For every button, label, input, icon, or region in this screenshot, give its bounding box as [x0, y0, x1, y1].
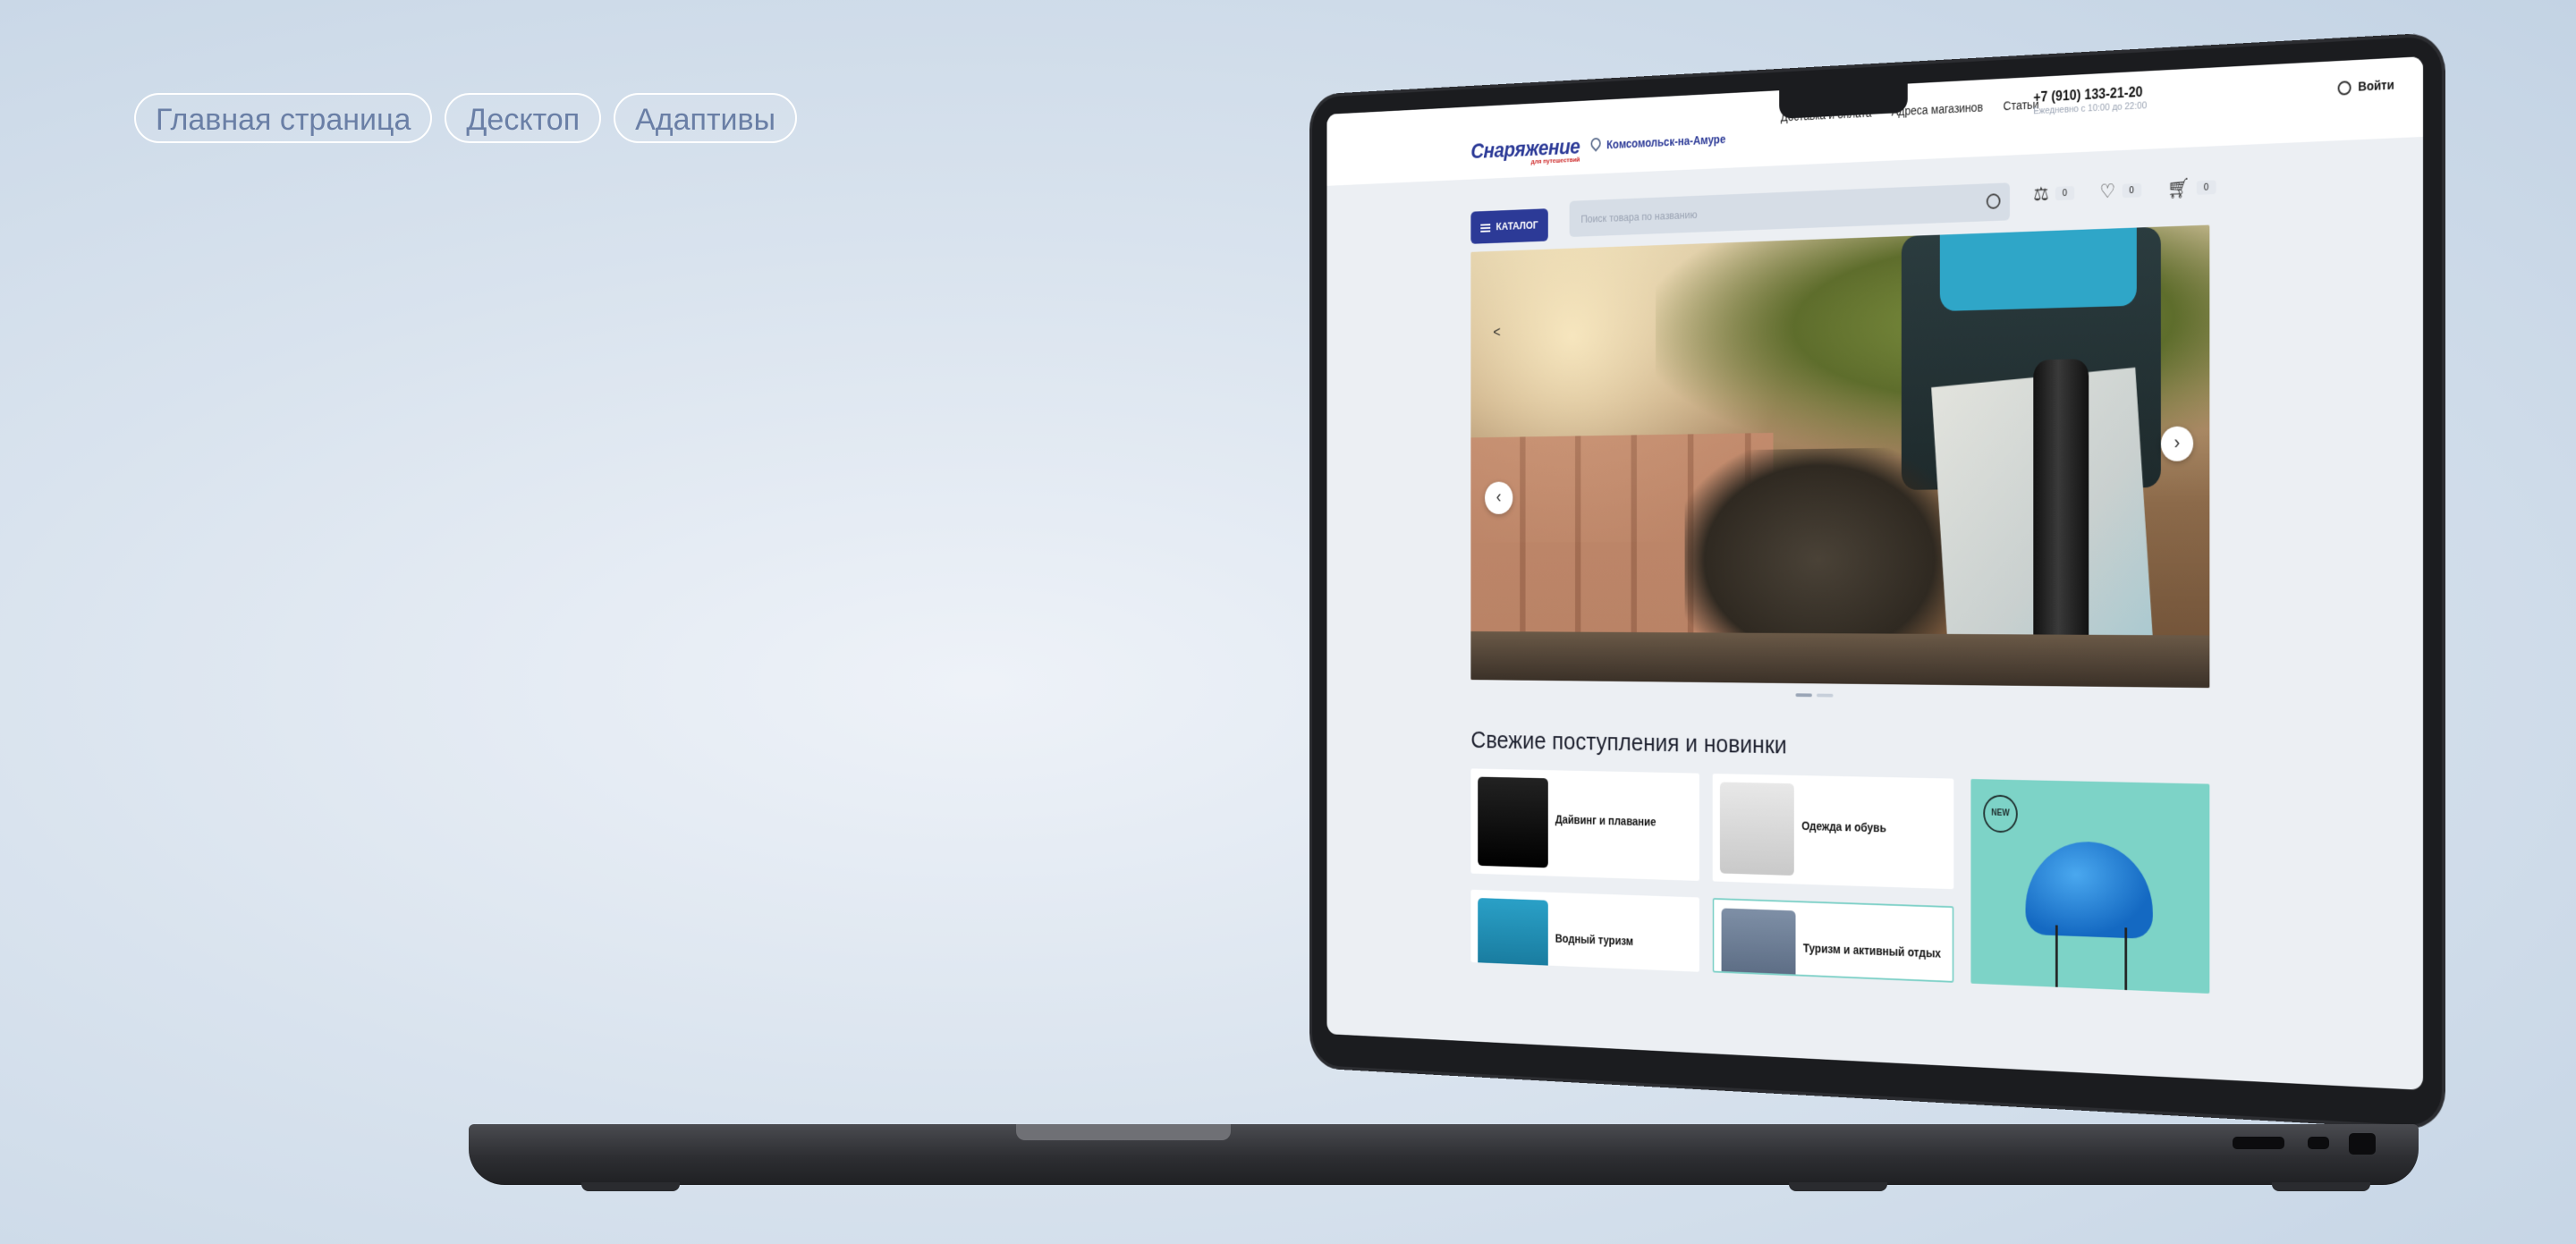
- menu-icon: [1480, 226, 1491, 229]
- phone-block[interactable]: +7 (910) 133-21-20 Ежедневно с 10:00 до …: [2033, 85, 2147, 116]
- tag-pills: Главная страница Десктоп Адаптивы: [134, 93, 798, 143]
- category-cards: Дайвинг и плавание Одежда и обувь Водный…: [1470, 768, 2210, 994]
- heart-icon: ♡: [2099, 180, 2116, 203]
- pill-desktop[interactable]: Десктоп: [445, 93, 602, 143]
- pill-adaptive[interactable]: Адаптивы: [614, 93, 798, 143]
- catalog-button[interactable]: КАТАЛОГ: [1470, 208, 1548, 244]
- card-label: Водный туризм: [1555, 931, 1634, 948]
- slider-pagination: [1795, 693, 1834, 698]
- compare-count: 0: [2055, 185, 2075, 201]
- location-pin-icon: [1589, 135, 1604, 152]
- login-label: Войти: [2358, 77, 2394, 94]
- city-label: Комсомольск-на-Амуре: [1606, 131, 1726, 152]
- category-card-tourism[interactable]: Туризм и активный отдых: [1712, 897, 1954, 983]
- hdmi-port: [2233, 1137, 2284, 1149]
- laptop-screen: Снаряжение для путешествий Комсомольск-н…: [1326, 56, 2424, 1090]
- laptop-base: [469, 1124, 2419, 1185]
- hero-slider: < ‹ ›: [1470, 224, 2210, 689]
- section-title: Свежие поступления и новинки: [1470, 726, 1787, 759]
- card-label: Туризм и активный отдых: [1802, 941, 1942, 961]
- magsafe-port: [2349, 1133, 2376, 1155]
- pants-image: [1719, 782, 1794, 876]
- card-label: Дайвинг и плавание: [1555, 812, 1657, 829]
- laptop-lid: Снаряжение для путешествий Комсомольск-н…: [1311, 36, 2442, 1127]
- wetsuit-image: [1478, 776, 1548, 868]
- header-counters: ⚖ 0 ♡ 0 🛒︎ 0: [2033, 176, 2216, 206]
- category-card-clothing[interactable]: Одежда и обувь: [1712, 773, 1954, 890]
- compare-counter[interactable]: ⚖ 0: [2033, 182, 2075, 206]
- hero-image-thermos: [2033, 359, 2089, 653]
- hero-image-boots: [1684, 446, 1956, 634]
- new-badge: NEW: [1983, 794, 2018, 834]
- slider-dot[interactable]: [1795, 693, 1812, 698]
- sup-board-image: [1478, 898, 1548, 972]
- slider-next-button[interactable]: ›: [2160, 426, 2194, 461]
- website: Снаряжение для путешествий Комсомольск-н…: [1326, 56, 2424, 1090]
- city-selector[interactable]: Комсомольск-на-Амуре: [1589, 131, 1726, 152]
- slider-dot[interactable]: [1816, 693, 1834, 698]
- helmet-image: [2025, 840, 2153, 940]
- login-link[interactable]: Войти: [2337, 77, 2394, 97]
- backpack-image: [1721, 908, 1796, 983]
- favorites-counter[interactable]: ♡ 0: [2099, 179, 2142, 203]
- user-icon: [2337, 80, 2351, 97]
- pill-home-page[interactable]: Главная страница: [134, 93, 433, 143]
- site-logo[interactable]: Снаряжение для путешествий: [1470, 133, 1580, 167]
- favorites-count: 0: [2122, 182, 2142, 199]
- slider-prev-button[interactable]: ‹: [1485, 481, 1513, 514]
- promo-banner-helmet[interactable]: NEW: [1970, 779, 2210, 994]
- compare-icon: ⚖: [2033, 182, 2049, 206]
- category-card-water[interactable]: Водный туризм: [1470, 889, 1699, 972]
- usb-c-port: [2308, 1137, 2329, 1149]
- chevron-left-small-icon: <: [1493, 324, 1501, 341]
- cart-counter[interactable]: 🛒︎ 0: [2167, 176, 2216, 201]
- search-input[interactable]: [1569, 182, 2011, 238]
- category-card-diving[interactable]: Дайвинг и плавание: [1470, 768, 1699, 881]
- card-label: Одежда и обувь: [1801, 818, 1886, 835]
- cart-count: 0: [2196, 180, 2216, 195]
- catalog-label: КАТАЛОГ: [1496, 218, 1538, 233]
- cart-icon: 🛒︎: [2166, 176, 2190, 200]
